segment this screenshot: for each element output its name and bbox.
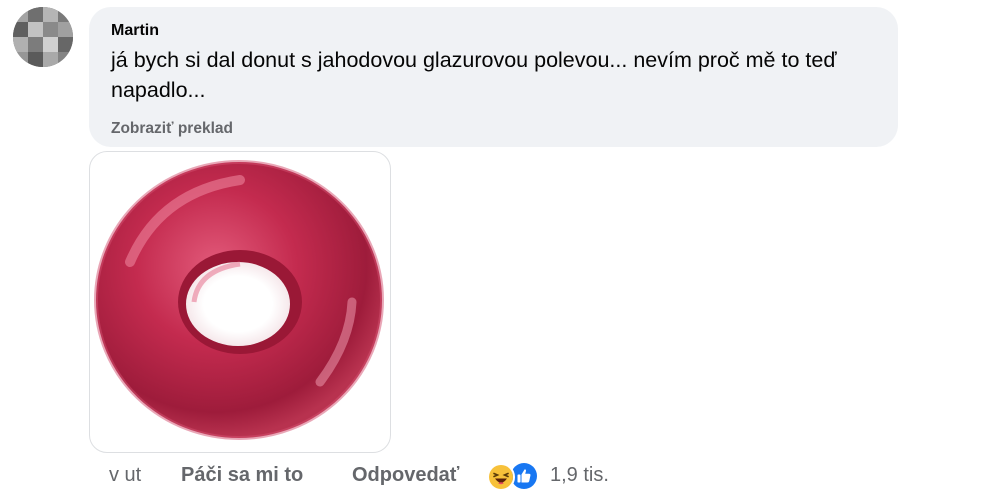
comment-timestamp[interactable]: v ut	[109, 464, 141, 487]
comment-image-attachment[interactable]	[89, 151, 391, 453]
donut-image	[94, 160, 384, 440]
see-translation-link[interactable]: Zobraziť preklad	[111, 119, 876, 139]
like-button[interactable]: Páči sa mi to	[181, 464, 303, 487]
haha-icon	[487, 463, 515, 491]
comment-bubble: Martin já bych si dal donut s jahodovou …	[89, 7, 898, 147]
reaction-count[interactable]: 1,9 tis.	[550, 464, 609, 487]
avatar[interactable]	[13, 7, 73, 67]
reactions-summary[interactable]	[487, 463, 539, 491]
avatar-image	[13, 7, 73, 67]
comment-author[interactable]: Martin	[111, 21, 876, 41]
comment-text: já bych si dal donut s jahodovou glazuro…	[111, 48, 837, 102]
comment-actions: v ut Páči sa mi to Odpovedať 1,9 tis.	[109, 461, 669, 491]
reply-button[interactable]: Odpovedať	[352, 464, 459, 487]
